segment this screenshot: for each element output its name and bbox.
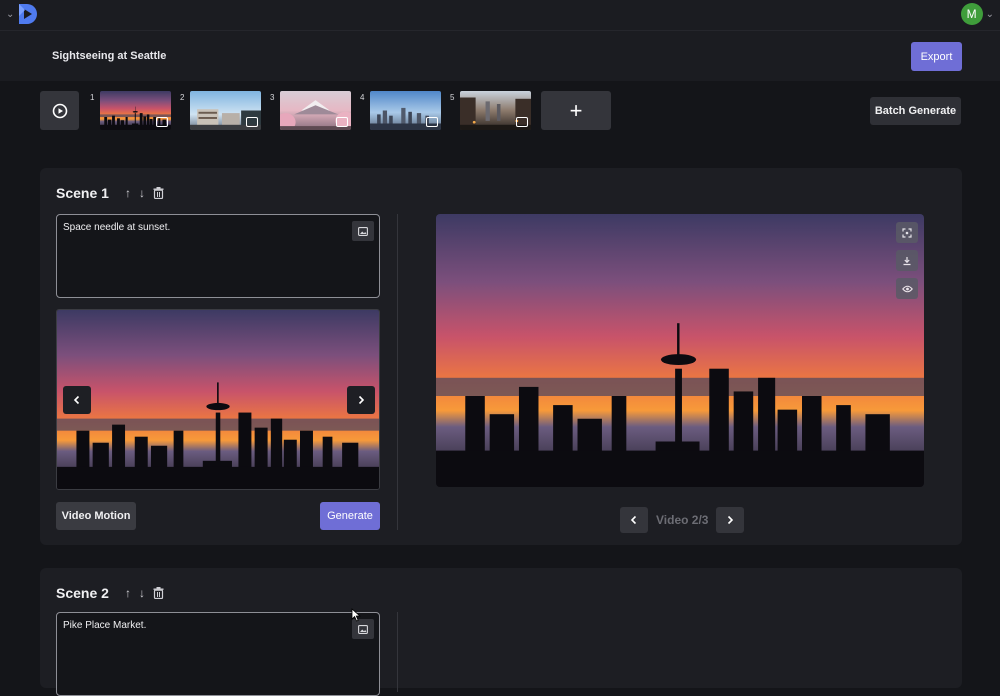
- batch-generate-button[interactable]: Batch Generate: [870, 97, 961, 125]
- top-bar: ⌄ M ⌄: [0, 0, 1000, 30]
- thumbnail-number: 1: [90, 93, 95, 102]
- scene-thumbnail-4[interactable]: [370, 91, 441, 130]
- app-logo[interactable]: ⌄: [6, 2, 40, 26]
- export-button[interactable]: Export: [911, 42, 962, 71]
- thumbnail-number: 2: [180, 93, 185, 102]
- scene-thumbnail-2[interactable]: [190, 91, 261, 130]
- video-icon: [336, 117, 348, 127]
- video-icon: [426, 117, 438, 127]
- trash-icon[interactable]: [153, 587, 164, 599]
- generate-button[interactable]: Generate: [320, 502, 380, 530]
- generated-image-preview: [56, 309, 380, 490]
- video-preview[interactable]: [436, 214, 924, 487]
- download-icon: [903, 256, 911, 265]
- storyboard-strip: 1 2 3 4 5 + Batch Generate: [0, 81, 1000, 141]
- prompt-textarea[interactable]: Space needle at sunset.: [56, 214, 380, 298]
- chevron-right-icon: [728, 515, 734, 525]
- image-icon: [516, 117, 528, 127]
- prompt-text[interactable]: Space needle at sunset.: [63, 222, 170, 233]
- scene-card-1: Scene 1 ↑ ↓ Space needle at sunset. Vide…: [40, 168, 962, 545]
- thumbnail-number: 5: [450, 93, 455, 102]
- fullscreen-button[interactable]: [896, 222, 918, 243]
- arrow-down-icon[interactable]: ↓: [139, 586, 145, 600]
- scene-thumbnail-3[interactable]: [280, 91, 351, 130]
- preview-button[interactable]: [896, 278, 918, 299]
- chevron-left-icon: [73, 395, 80, 405]
- image-icon: [358, 624, 368, 634]
- play-button[interactable]: [40, 91, 79, 130]
- divider: [397, 214, 398, 530]
- thumbnail-number: 4: [360, 93, 365, 102]
- previous-image-button[interactable]: [63, 386, 91, 414]
- download-button[interactable]: [896, 250, 918, 271]
- eye-icon: [901, 285, 913, 292]
- arrow-up-icon[interactable]: ↑: [125, 586, 131, 600]
- arrow-up-icon[interactable]: ↑: [125, 186, 131, 200]
- chevron-right-icon: [358, 395, 365, 405]
- prompt-text[interactable]: Pike Place Market.: [63, 620, 146, 631]
- scene-header: Scene 2 ↑ ↓: [56, 585, 164, 601]
- video-pager: Video 2/3: [620, 507, 745, 533]
- logo-icon: [19, 4, 38, 24]
- chevron-down-icon[interactable]: ⌄: [986, 9, 994, 20]
- previous-video-button[interactable]: [620, 507, 648, 533]
- trash-icon[interactable]: [153, 187, 164, 199]
- next-image-button[interactable]: [347, 386, 375, 414]
- video-icon: [156, 117, 168, 127]
- arrow-down-icon[interactable]: ↓: [139, 186, 145, 200]
- scene-title: Scene 2: [56, 585, 109, 601]
- video-counter: Video 2/3: [656, 513, 709, 527]
- image-icon: [246, 117, 258, 127]
- scene-card-2: Scene 2 ↑ ↓ Pike Place Market.: [40, 568, 962, 696]
- image-upload-button[interactable]: [352, 619, 374, 639]
- add-scene-button[interactable]: +: [541, 91, 611, 130]
- video-motion-button[interactable]: Video Motion: [56, 502, 136, 530]
- chevron-left-icon: [630, 515, 637, 525]
- scene-thumbnail-1[interactable]: [100, 91, 171, 130]
- avatar[interactable]: M: [960, 3, 983, 25]
- scene-thumbnail-5[interactable]: [460, 91, 531, 130]
- image-upload-button[interactable]: [352, 221, 374, 241]
- user-menu[interactable]: M ⌄: [960, 3, 994, 25]
- project-header: Sightseeing at Seattle Export: [0, 30, 1000, 81]
- scene-title: Scene 1: [56, 185, 109, 201]
- page-title: Sightseeing at Seattle: [52, 50, 167, 62]
- thumbnail-number: 3: [270, 93, 275, 102]
- image-icon: [358, 226, 368, 236]
- chevron-down-icon[interactable]: ⌄: [6, 9, 14, 20]
- prompt-textarea[interactable]: Pike Place Market.: [56, 612, 380, 696]
- expand-icon: [902, 227, 912, 238]
- scene-header: Scene 1 ↑ ↓: [56, 185, 164, 201]
- play-circle-icon: [52, 103, 67, 118]
- mouse-cursor-icon: [351, 608, 361, 622]
- divider: [397, 612, 398, 692]
- next-video-button[interactable]: [716, 507, 745, 533]
